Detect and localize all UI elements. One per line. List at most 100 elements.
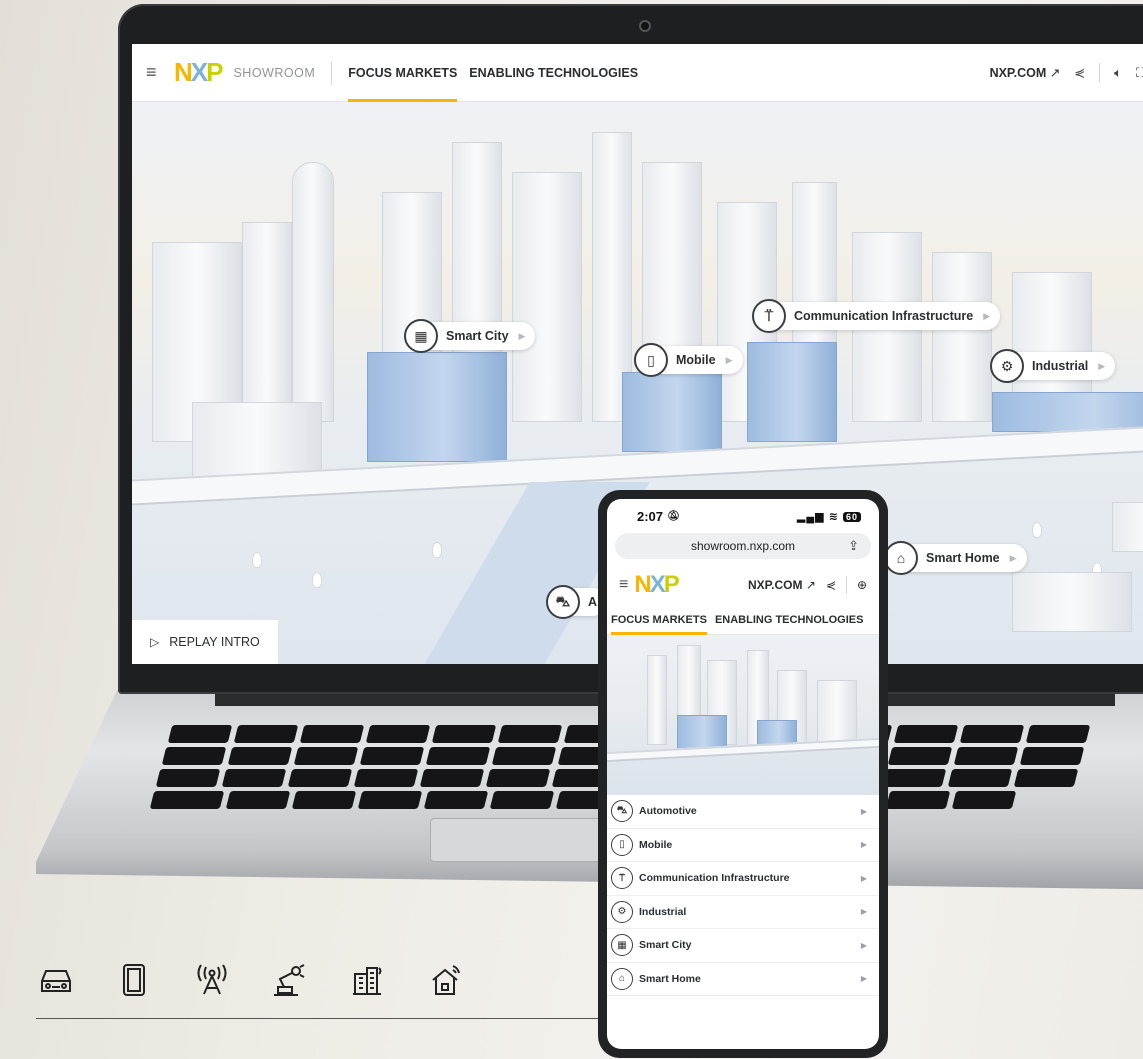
robot-arm-icon: ⚙ (611, 900, 633, 923)
chevron-right-icon: ▶ (860, 873, 867, 883)
mobile-header-actions: NXP.COM ↗ ⋞ ⊕ (748, 576, 867, 594)
browser-address-bar[interactable]: showroom.nxp.com ⇪ (615, 533, 871, 559)
list-item-communication-infrastructure[interactable]: ⍡ Communication Infrastructure ▶ (607, 862, 879, 896)
hotspot-communication-infrastructure[interactable]: ⍡ Communication Infrastructure ▶ (752, 299, 1001, 333)
signal-icon: ▂▄▆ (796, 510, 825, 523)
tab-focus-markets[interactable]: FOCUS MARKETS (348, 44, 458, 102)
hotspot-smart-home[interactable]: ⌂ Smart Home ▶ (884, 541, 1027, 575)
tower-building (292, 162, 334, 422)
tree (252, 552, 262, 568)
chevron-right-icon: ▶ (860, 806, 867, 816)
mobile-tabs: FOCUS MARKETS ENABLING TECHNOLOGIES (607, 605, 879, 635)
external-link-icon: ↗ (805, 578, 816, 592)
hotspot-industrial[interactable]: ⚙ Industrial ▶ (990, 349, 1116, 383)
chevron-right-icon: ▶ (860, 907, 867, 917)
webcam (639, 20, 651, 32)
sound-icon[interactable]: 🔈︎ (1114, 65, 1122, 81)
top-navigation-bar: ≡ NXP SHOWROOM FOCUS MARKETS ENABLING TE… (132, 44, 1143, 102)
nxp-com-link[interactable]: NXP.COM ↗ (990, 65, 1061, 80)
tab-enabling-technologies[interactable]: ENABLING TECHNOLOGIES (469, 44, 638, 102)
chevron-right-icon: ▶ (725, 354, 733, 365)
url-text: showroom.nxp.com (690, 539, 796, 553)
car-icon (36, 960, 76, 1000)
tower-building (932, 252, 992, 422)
list-item-mobile[interactable]: ▯ Mobile ▶ (607, 829, 879, 862)
tower-building (647, 655, 667, 745)
smart-home-icon (426, 960, 466, 1000)
topbar-actions: NXP.COM ↗ ⋞ 🔈︎ ⛶ ⊕ (990, 62, 1143, 83)
smartphone-frame: 2:07 🔕︎ ▂▄▆ ≋ 60 showroom.nxp.com ⇪ ≡ NX… (598, 490, 888, 1058)
hotspot-mobile[interactable]: ▯ Mobile ▶ (634, 343, 743, 377)
tower-building (512, 172, 582, 422)
focus-markets-list: ⛍ Automotive ▶ ▯ Mobile ▶ ⍡ Communicatio… (607, 795, 879, 996)
list-item-smart-city[interactable]: ▦ Smart City ▶ (607, 929, 879, 963)
list-item-smart-home[interactable]: ⌂ Smart Home ▶ (607, 963, 879, 996)
house (1012, 572, 1132, 632)
hotspot-smart-city[interactable]: ▦ Smart City ▶ (404, 319, 536, 353)
nxp-com-link[interactable]: NXP.COM ↗ (748, 578, 816, 592)
hamburger-menu-icon[interactable]: ≡ (619, 576, 628, 594)
nxp-logo[interactable]: NXP (174, 57, 224, 88)
chevron-right-icon: ▶ (983, 310, 991, 321)
house (1112, 502, 1143, 552)
city-building-icon (348, 960, 388, 1000)
replay-intro-button[interactable]: ▷ REPLAY INTRO (132, 620, 278, 664)
divider-line (36, 1018, 606, 1019)
highlighted-building (747, 342, 837, 442)
share-icon[interactable]: ⋞ (1074, 65, 1085, 81)
highlighted-building (677, 715, 727, 750)
tree (432, 542, 442, 558)
mobile-header: ≡ NXP NXP.COM ↗ ⋞ ⊕ (607, 565, 879, 605)
hamburger-menu-icon[interactable]: ≡ (146, 62, 174, 83)
market-icon-strip (36, 960, 466, 1000)
smart-home-icon: ⌂ (611, 967, 633, 990)
robot-arm-icon (270, 960, 310, 1000)
tab-enabling-technologies[interactable]: ENABLING TECHNOLOGIES (715, 605, 864, 635)
tab-focus-markets[interactable]: FOCUS MARKETS (611, 605, 707, 635)
chevron-right-icon: ▶ (860, 974, 867, 984)
smartphone-icon (114, 960, 154, 1000)
external-link-icon: ↗ (1049, 66, 1061, 80)
chevron-right-icon: ▶ (518, 330, 526, 341)
highlighted-building (622, 372, 722, 452)
car-icon: ⛍ (546, 585, 580, 619)
antenna-icon: ⍡ (611, 867, 633, 890)
smartphone-icon: ▯ (611, 833, 633, 856)
list-item-automotive[interactable]: ⛍ Automotive ▶ (607, 795, 879, 829)
city-building-icon: ▦ (611, 934, 633, 957)
battery-icon: 60 (842, 511, 861, 522)
toolbar-divider (1099, 62, 1101, 83)
nxp-logo[interactable]: NXP (634, 571, 679, 599)
smart-home-icon: ⌂ (884, 541, 918, 575)
toolbar-divider (845, 576, 847, 594)
tree (1032, 522, 1042, 538)
chevron-right-icon: ▶ (860, 940, 867, 950)
language-globe-icon[interactable]: ⊕ (857, 578, 867, 592)
antenna-icon (192, 960, 232, 1000)
list-item-industrial[interactable]: ⚙ Industrial ▶ (607, 896, 879, 929)
status-time: 2:07 (637, 508, 664, 524)
city-building-icon: ▦ (404, 319, 438, 353)
mobile-city-preview (607, 635, 879, 795)
phone-status-bar: 2:07 🔕︎ ▂▄▆ ≋ 60 (607, 499, 879, 533)
smartphone-icon: ▯ (634, 343, 668, 377)
wifi-icon: ≋ (828, 510, 839, 523)
robot-arm-icon: ⚙ (990, 349, 1024, 383)
chevron-right-icon: ▶ (860, 840, 867, 850)
antenna-icon: ⍡ (752, 299, 786, 333)
status-indicators: ▂▄▆ ≋ 60 (797, 510, 861, 523)
showroom-label: SHOWROOM (233, 60, 333, 85)
chevron-right-icon: ▶ (1098, 360, 1106, 371)
fullscreen-icon[interactable]: ⛶ (1136, 65, 1143, 81)
highlighted-building (992, 392, 1143, 432)
highlighted-building (367, 352, 507, 462)
share-icon[interactable]: ⋞ (826, 578, 836, 592)
chevron-right-icon: ▶ (1009, 552, 1017, 563)
share-icon[interactable]: ⇪ (848, 538, 859, 554)
play-icon: ▷ (150, 635, 160, 649)
bell-mute-icon: 🔕︎ (667, 510, 680, 522)
tree (312, 572, 322, 588)
tower-building (817, 680, 857, 745)
car-icon: ⛍ (611, 800, 633, 823)
phone-screen: 2:07 🔕︎ ▂▄▆ ≋ 60 showroom.nxp.com ⇪ ≡ NX… (607, 499, 879, 1049)
